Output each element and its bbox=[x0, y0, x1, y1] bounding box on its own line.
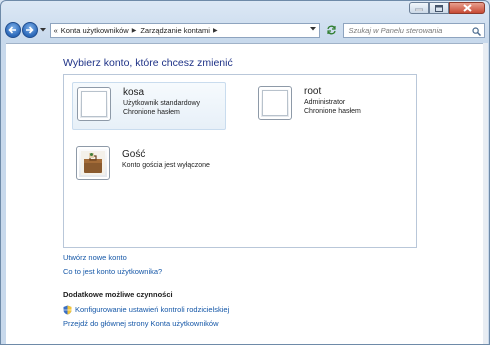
briefcase-icon bbox=[81, 151, 105, 175]
account-tile-guest[interactable]: Gość Konto gościa jest wyłączone bbox=[72, 142, 242, 190]
chevron-down-icon bbox=[39, 28, 46, 32]
address-dropdown-icon[interactable] bbox=[309, 26, 316, 31]
content-pane: Wybierz konto, które chcesz zmienić kosa… bbox=[6, 43, 484, 344]
address-bar[interactable]: « Konta użytkowników ▶ Zarządzanie konta… bbox=[49, 22, 320, 38]
navigation-bar: « Konta użytkowników ▶ Zarządzanie konta… bbox=[5, 19, 485, 41]
control-panel-window: « Konta użytkowników ▶ Zarządzanie konta… bbox=[0, 0, 490, 345]
account-type: Użytkownik standardowy bbox=[123, 100, 201, 107]
maximize-button[interactable] bbox=[429, 2, 449, 14]
account-name: root bbox=[304, 86, 322, 97]
minimize-button[interactable] bbox=[409, 2, 429, 14]
minimize-icon bbox=[415, 8, 423, 11]
search-input[interactable] bbox=[348, 25, 473, 35]
additional-actions-title: Dodatkowe możliwe czynności bbox=[63, 290, 173, 299]
breadcrumb-separator[interactable]: ▶ bbox=[132, 27, 137, 34]
close-icon bbox=[462, 4, 472, 12]
search-icon[interactable] bbox=[472, 26, 481, 36]
address-overflow-chevron[interactable]: « bbox=[54, 26, 58, 35]
forward-button[interactable] bbox=[21, 22, 38, 38]
account-tile-root[interactable]: root Administrator Chronione hasłem bbox=[254, 82, 404, 130]
back-arrow-icon bbox=[8, 26, 17, 34]
breadcrumb-manage-accounts[interactable]: Zarządzanie kontami bbox=[140, 26, 210, 35]
avatar bbox=[76, 146, 110, 180]
avatar bbox=[77, 87, 111, 121]
refresh-button[interactable] bbox=[324, 23, 340, 38]
recent-pages-dropdown[interactable] bbox=[39, 28, 47, 32]
caption-buttons bbox=[409, 2, 485, 14]
account-tile-kosa[interactable]: kosa Użytkownik standardowy Chronione ha… bbox=[72, 82, 226, 130]
shield-icon bbox=[63, 305, 72, 315]
create-account-link[interactable]: Utwórz nowe konto bbox=[63, 253, 127, 262]
scrollbar[interactable] bbox=[483, 43, 488, 344]
back-button[interactable] bbox=[5, 22, 21, 38]
account-name: kosa bbox=[123, 87, 145, 98]
breadcrumb-separator[interactable]: ▶ bbox=[213, 27, 218, 34]
account-status: Chronione hasłem bbox=[304, 108, 361, 115]
accounts-panel: kosa Użytkownik standardowy Chronione ha… bbox=[63, 74, 417, 248]
breadcrumb-user-accounts[interactable]: Konta użytkowników bbox=[61, 26, 129, 35]
user-accounts-main-link[interactable]: Przejdź do głównej strony Konta użytkown… bbox=[63, 319, 219, 328]
account-status: Chronione hasłem bbox=[123, 109, 180, 116]
what-is-account-link[interactable]: Co to jest konto użytkownika? bbox=[63, 267, 162, 276]
account-name: Gość bbox=[122, 149, 146, 160]
account-type: Konto gościa jest wyłączone bbox=[122, 162, 210, 169]
account-type: Administrator bbox=[304, 99, 346, 106]
page-title: Wybierz konto, które chcesz zmienić bbox=[63, 57, 233, 69]
close-button[interactable] bbox=[449, 2, 485, 14]
refresh-icon bbox=[327, 25, 336, 35]
avatar bbox=[258, 86, 292, 120]
search-box[interactable] bbox=[343, 22, 485, 38]
forward-arrow-icon bbox=[26, 26, 34, 34]
maximize-icon bbox=[435, 4, 443, 12]
parental-controls-link[interactable]: Konfigurowanie ustawień kontroli rodzici… bbox=[75, 305, 229, 314]
